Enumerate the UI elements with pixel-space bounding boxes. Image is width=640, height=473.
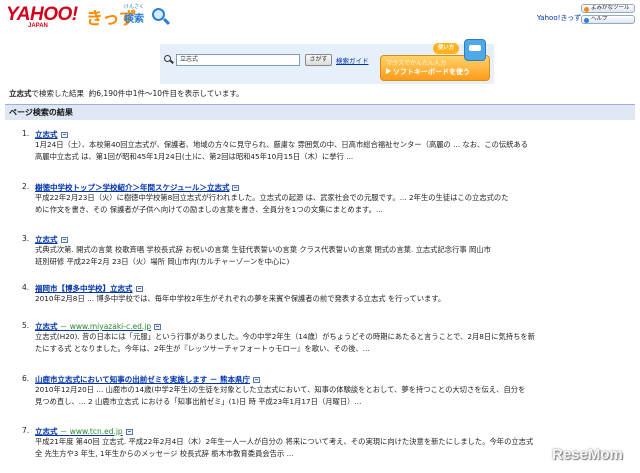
result-title: 樹徳中学校トップ＞学校紹介＞年間スケジュール＞立志式 (35, 183, 230, 192)
result-number: 2. (22, 182, 30, 191)
help-label: ヘルプ (591, 16, 608, 22)
arrow-right-icon (386, 68, 391, 74)
search-icon (164, 55, 171, 62)
result-number: 7. (22, 426, 30, 435)
snippet-line: 立志式(H20). 昔の日本には「元服」という行事がありました。今の中学2年生（… (35, 332, 535, 341)
logo-ruby-text: けんさく (124, 4, 145, 10)
reading-tool-button[interactable]: よみがなツール (581, 4, 635, 13)
result-title: 立志式 (35, 130, 58, 139)
result-url: www.tcn.ed.jp (69, 427, 123, 436)
result-title: 立志式 (35, 427, 58, 436)
summary-prefix: で検索した結果 (31, 89, 85, 98)
snippet-line: たにする式 となりました。今年は、2年生が『レッツサーチャフォートゥモロー』を歌… (35, 344, 370, 353)
result-snippet: 平成22年2月23日（火）に樹徳中学校第8回立志式が行われました。立志式の起源 … (35, 192, 635, 216)
new-window-icon[interactable] (135, 286, 143, 292)
yahoo-kids-logo[interactable]: YAHOO! JAPAN きっず けんさく 検索 (6, 4, 166, 32)
keyboard-main-text: ソフトキーボードを使う (386, 68, 484, 77)
magnifier-icon (152, 8, 165, 21)
result-title: 立志式 (35, 235, 58, 244)
result-number: 6. (22, 374, 30, 383)
summary-count: 約6,190件中1件〜10件目を表示しています。 (88, 89, 244, 98)
result-number: 1. (22, 129, 30, 138)
new-window-icon[interactable] (154, 324, 162, 330)
result-snippet: 1月24日（土）、本校第40回立志式が、保護者、地域の方々に見守られ、厳粛な 雰… (35, 139, 635, 163)
snippet-line: 班別研修 平成22年2月 23日（火）場所 岡山市内(カルチャーゾーンを中心に) (35, 257, 290, 266)
snippet-line: 式典式次第. 開式の言葉 校歌斉唱 学校長式辞 お祝いの言葉 生徒代表誓いの言葉… (35, 245, 491, 254)
section-title: ページ検索の結果 (5, 104, 635, 120)
logo-kensaku-text: 検索 (124, 14, 144, 25)
snippet-line: 平成22年2月23日（火）に樹徳中学校第8回立志式が行われました。立志式の起源 … (35, 193, 509, 202)
new-window-icon[interactable] (60, 132, 68, 138)
new-window-icon[interactable] (253, 377, 260, 383)
snippet-line: 1月24日（土）、本校第40回立志式が、保護者、地域の方々に見守られ、厳粛な 雰… (35, 140, 529, 149)
help-icon (584, 17, 589, 23)
summary-keyword: 立志式 (9, 89, 32, 98)
result-snippet: 2010年12月20日 ... 山鹿市の14歳(中学2年生)の生徒を対象とした立… (35, 384, 635, 408)
snippet-line: 見つめ直し、... 2 山鹿市立志式 における「知事出前ゼミ」(1)日 時 平成… (35, 397, 362, 406)
reading-tool-label: よみがなツール (591, 5, 630, 11)
resemom-watermark: ReseMom (552, 446, 623, 463)
keyboard-main-label: ソフトキーボードを使う (393, 68, 470, 76)
result-title: 福岡市【博多中学校】立志式 (35, 284, 133, 293)
yahoo-kids-link[interactable]: Yahoo!きっず (537, 13, 581, 23)
snippet-line: 全 先生方や3 年生, 1年生からのメッセージ 校長式辞 栃木市教育委員会告示 … (35, 449, 294, 458)
search-input[interactable]: 立志式 (176, 54, 300, 66)
help-button[interactable]: ヘルプ (581, 15, 635, 24)
result-title: 立志式 (35, 322, 58, 331)
tool-icon (584, 6, 589, 12)
result-number: 5. (22, 321, 30, 330)
new-window-icon[interactable] (232, 185, 240, 191)
result-number: 3. (22, 234, 30, 243)
snippet-line: 平成21年度 第40回 立志式. 平成22年2月4日（木）2年生一人一人が自分の… (35, 437, 534, 446)
result-snippet: 式典式次第. 開式の言葉 校歌斉唱 学校長式辞 お祝いの言葉 生徒代表誓いの言葉… (35, 244, 635, 268)
result-title: 山鹿市立志式において知事の出前ゼミを実施します － 熊本県庁 (35, 375, 250, 384)
snippet-line: 高麗中立志式 は、第1回が昭和45年1月24日(土)に、第2回は昭和45年10月… (35, 152, 354, 161)
search-guide-link[interactable]: 検索ガイド (336, 55, 369, 65)
robot-mascot-icon (464, 39, 486, 61)
snippet-line: めに作文を書き、その 保護者が子供へ向けての励ましの言葉を書き、全員分を1つの文… (35, 205, 383, 214)
result-snippet: 立志式(H20). 昔の日本には「元服」という行事がありました。今の中学2年生（… (35, 331, 635, 355)
snippet-line: 2010年12月20日 ... 山鹿市の14歳(中学2年生)の生徒を対象とした立… (35, 385, 526, 394)
result-snippet: 2010年2月8日 ... 博多中学校では、毎年中学校2年生がそれぞれの夢を来賓… (35, 293, 635, 305)
new-window-icon[interactable] (60, 237, 68, 243)
results-summary: 立志式で検索した結果 約6,190件中1件〜10件目を表示しています。 (9, 88, 244, 99)
snippet-line: 2010年2月8日 ... 博多中学校では、毎年中学校2年生がそれぞれの夢を来賓… (35, 294, 446, 303)
how-to-use-badge[interactable]: 使い方 (433, 43, 459, 54)
result-url: www.miyazaki-c.ed.jp (69, 322, 152, 331)
logo-japan-text: JAPAN (28, 23, 48, 29)
result-number: 4. (22, 283, 30, 292)
result-snippet: 平成21年度 第40回 立志式. 平成22年2月4日（木）2年生一人一人が自分の… (35, 436, 635, 460)
search-button[interactable]: さがす (305, 54, 332, 66)
new-window-icon[interactable] (125, 429, 133, 435)
top-buttons: よみがなツール ヘルプ (581, 4, 635, 26)
